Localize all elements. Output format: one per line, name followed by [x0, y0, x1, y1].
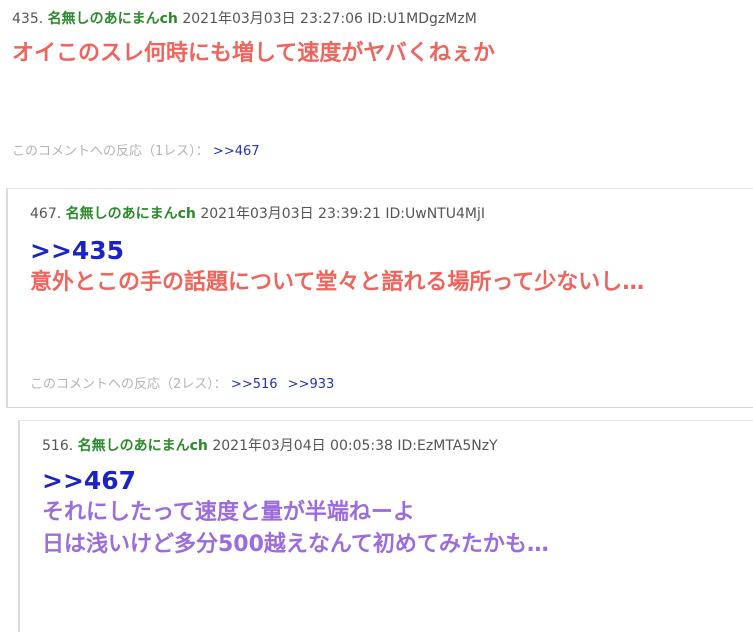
comment-number: 467.: [30, 206, 62, 222]
reply-label: このコメントへの反応（2レス）：: [30, 377, 227, 392]
poster-id: ID:EzMTA5NzY: [397, 438, 498, 454]
comment-header: 467. 名無しのあにまんch 2021年03月03日 23:39:21 ID:…: [30, 203, 485, 223]
reply-link-467[interactable]: >>467: [213, 144, 260, 159]
comment-line: 意外とこの手の話題について堂々と語れる場所って少ないし…: [30, 270, 645, 295]
comment-body: >>467 それにしたって速度と量が半端ねーよ 日は浅いけど多分500越えなんて…: [42, 465, 549, 561]
poster-id: ID:U1MDgzMzM: [367, 11, 477, 27]
comment-line: それにしたって速度と量が半端ねーよ: [42, 500, 415, 525]
poster-name: 名無しのあにまんch: [77, 438, 208, 454]
comment-header: 435. 名無しのあにまんch 2021年03月03日 23:27:06 ID:…: [12, 8, 477, 28]
poster-name: 名無しのあにまんch: [47, 11, 178, 27]
comment-435: 435. 名無しのあにまんch 2021年03月03日 23:27:06 ID:…: [0, 0, 753, 180]
reply-info: このコメントへの反応（2レス）： >>516 >>933: [30, 373, 340, 392]
comment-line: 日は浅いけど多分500越えなんて初めてみたかも…: [42, 532, 549, 557]
post-date: 2021年03月04日 00:05:38: [212, 438, 393, 454]
comment-number: 435.: [12, 11, 44, 27]
poster-name: 名無しのあにまんch: [65, 206, 196, 222]
comment-number: 516.: [42, 438, 74, 454]
poster-id: ID:UwNTU4MjI: [385, 206, 485, 222]
comment-header: 516. 名無しのあにまんch 2021年03月04日 00:05:38 ID:…: [42, 435, 498, 455]
reply-info: このコメントへの反応（1レス）： >>467: [12, 140, 266, 159]
post-date: 2021年03月03日 23:39:21: [200, 206, 381, 222]
reply-link-933[interactable]: >>933: [288, 377, 335, 392]
comment-body: >>435 意外とこの手の話題について堂々と語れる場所って少ないし…: [30, 235, 644, 299]
post-date: 2021年03月03日 23:27:06: [182, 11, 363, 27]
reply-anchor-link[interactable]: >>435: [30, 235, 644, 267]
reply-anchor-link[interactable]: >>467: [42, 465, 549, 497]
comment-line: オイこのスレ何時にも増して速度がヤバくねぇか: [12, 41, 495, 66]
reply-link-516[interactable]: >>516: [231, 377, 278, 392]
comment-516: 516. 名無しのあにまんch 2021年03月04日 00:05:38 ID:…: [18, 420, 753, 632]
comment-body: オイこのスレ何時にも増して速度がヤバくねぇか: [12, 38, 495, 70]
reply-label: このコメントへの反応（1レス）：: [12, 144, 209, 159]
comment-467: 467. 名無しのあにまんch 2021年03月03日 23:39:21 ID:…: [6, 188, 753, 408]
